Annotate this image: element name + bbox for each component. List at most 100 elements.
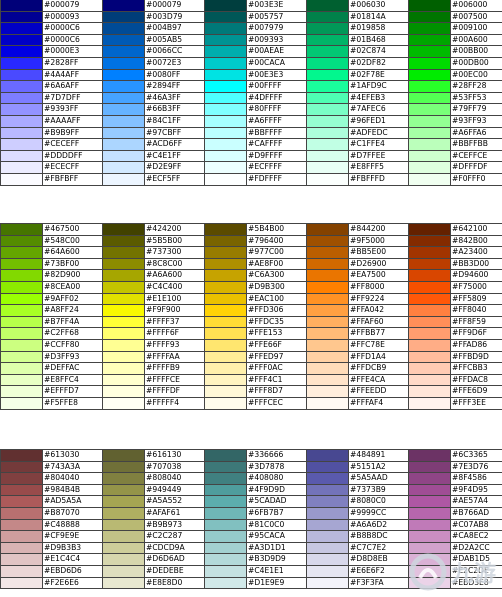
color-swatch (0, 172, 43, 186)
hex-code-label: #9F5000 (348, 234, 409, 248)
color-swatch (204, 22, 247, 35)
color-swatch (204, 223, 247, 236)
color-swatch (408, 304, 451, 317)
color-swatch (204, 33, 247, 47)
hex-code-label: #ECECFF (42, 161, 103, 174)
palette-row: #F5FFE8 #FFFFF4 #FFFCEC #FFFAF4 #FFF3EE (0, 396, 502, 410)
color-swatch (204, 0, 247, 12)
hex-code-label: #CEFFCE (450, 149, 502, 163)
hex-code-label: #BBFFBB (450, 138, 502, 151)
color-swatch (102, 385, 145, 398)
color-swatch (102, 126, 145, 140)
palette-row: #ECECFF #D2E9FF #ECFFFF #E8FFF5 #DFFFDF (0, 161, 502, 174)
color-swatch (408, 45, 451, 58)
color-swatch (0, 33, 43, 47)
color-swatch (102, 246, 145, 259)
color-swatch (102, 33, 145, 47)
color-swatch (204, 327, 247, 340)
hex-code-label: #9AFF02 (42, 292, 103, 306)
color-swatch (204, 103, 247, 116)
hex-code-label: #FBFFFD (348, 172, 409, 186)
hex-code-label: #84C1FF (144, 114, 205, 128)
color-swatch (102, 553, 145, 566)
hex-code-label: #796400 (246, 234, 307, 248)
color-swatch (0, 483, 43, 497)
hex-code-label: #5CADAD (246, 495, 307, 508)
color-swatch (408, 80, 451, 93)
color-swatch (408, 10, 451, 24)
color-swatch (0, 56, 43, 70)
hex-code-label: #00BB00 (450, 45, 502, 58)
hex-code-label: #CECEFF (42, 138, 103, 151)
color-swatch (408, 362, 451, 375)
hex-code-label: #81C0C0 (246, 518, 307, 532)
hex-code-label: #FFFF37 (144, 315, 205, 329)
color-swatch (306, 553, 349, 566)
hex-code-label: #804040 (42, 472, 103, 485)
color-swatch (204, 246, 247, 259)
hex-code-label: #F5FFE8 (42, 396, 103, 410)
hex-code-label: #FFFCEC (246, 396, 307, 410)
palette-row: #548C00 #5B5B00 #796400 #9F5000 #842B00 (0, 234, 502, 248)
hex-code-label: #B8B8DC (348, 530, 409, 543)
hex-code-label: #97CBFF (144, 126, 205, 140)
color-swatch (204, 292, 247, 306)
hex-code-label: #D2E9FF (144, 161, 205, 174)
color-swatch (306, 45, 349, 58)
color-swatch (0, 530, 43, 543)
hex-code-label: #D9FFFF (246, 149, 307, 163)
hex-code-label: #8F4586 (450, 472, 502, 485)
hex-code-label: #80FFFF (246, 103, 307, 116)
hex-code-label: #FBFBFF (42, 172, 103, 186)
hex-code-label: #AE57A4 (450, 495, 502, 508)
hex-code-label: #949449 (144, 483, 205, 497)
color-swatch (408, 257, 451, 271)
hex-code-label: #D1E9E9 (246, 576, 307, 590)
color-swatch (0, 506, 43, 520)
color-swatch (102, 269, 145, 282)
color-swatch (102, 91, 145, 105)
hex-code-label: #808040 (144, 472, 205, 485)
hex-code-label: #79FF79 (450, 103, 502, 116)
hex-code-label: #FFE66F (246, 338, 307, 352)
palette-row: #984B4B #949449 #4F9D9D #7373B9 #9F4D95 (0, 483, 502, 497)
hex-code-label: #FFBB77 (348, 327, 409, 340)
hex-code-label: #FFFF93 (144, 338, 205, 352)
color-swatch (0, 338, 43, 352)
color-swatch (306, 10, 349, 24)
color-swatch (0, 161, 43, 174)
color-swatch (0, 269, 43, 282)
color-swatch (0, 223, 43, 236)
color-swatch (102, 327, 145, 340)
hex-code-label: #B766AD (450, 506, 502, 520)
color-swatch (0, 315, 43, 329)
hex-code-label: #D6D6AD (144, 553, 205, 566)
palette-row: #82D900 #A6A600 #C6A300 #EA7500 #D94600 (0, 269, 502, 282)
palette-block-yellow-orange: #467500 #424200 #5B4B00 #844200 #642100 #548C… (0, 223, 502, 410)
hex-code-label: #003D79 (144, 10, 205, 24)
color-swatch (0, 292, 43, 306)
hex-code-label: #9999CC (348, 506, 409, 520)
hex-code-label: #FF5809 (450, 292, 502, 306)
hex-code-label: #BBFFFF (246, 126, 307, 140)
palette-row: #B9B9FF #97CBFF #BBFFFF #ADFEDC #A6FFA6 (0, 126, 502, 140)
hex-code-label: #AD5A5A (42, 495, 103, 508)
palette-row: #804040 #808040 #408080 #5A5AAD #8F4586 (0, 472, 502, 485)
color-swatch (0, 91, 43, 105)
palette-row: #8CEA00 #C4C400 #D9B300 #FF8000 #F75000 (0, 280, 502, 294)
hex-code-label: #00DB00 (450, 56, 502, 70)
hex-code-label: #5A5AAD (348, 472, 409, 485)
hex-code-label: #004B97 (144, 22, 205, 35)
color-swatch (204, 68, 247, 82)
hex-code-label: #7D7DFF (42, 91, 103, 105)
hex-code-label: #484891 (348, 449, 409, 462)
hex-code-label: #A23400 (450, 246, 502, 259)
hex-code-label: #64A600 (42, 246, 103, 259)
color-swatch (102, 172, 145, 186)
hex-code-label: #A6A600 (144, 269, 205, 282)
color-swatch (204, 518, 247, 532)
hex-code-label: #005AB5 (144, 33, 205, 47)
color-swatch (306, 257, 349, 271)
color-swatch (204, 10, 247, 24)
palette-row: #C2FF68 #FFFF6F #FFE153 #FFBB77 #FF9D6F (0, 327, 502, 340)
